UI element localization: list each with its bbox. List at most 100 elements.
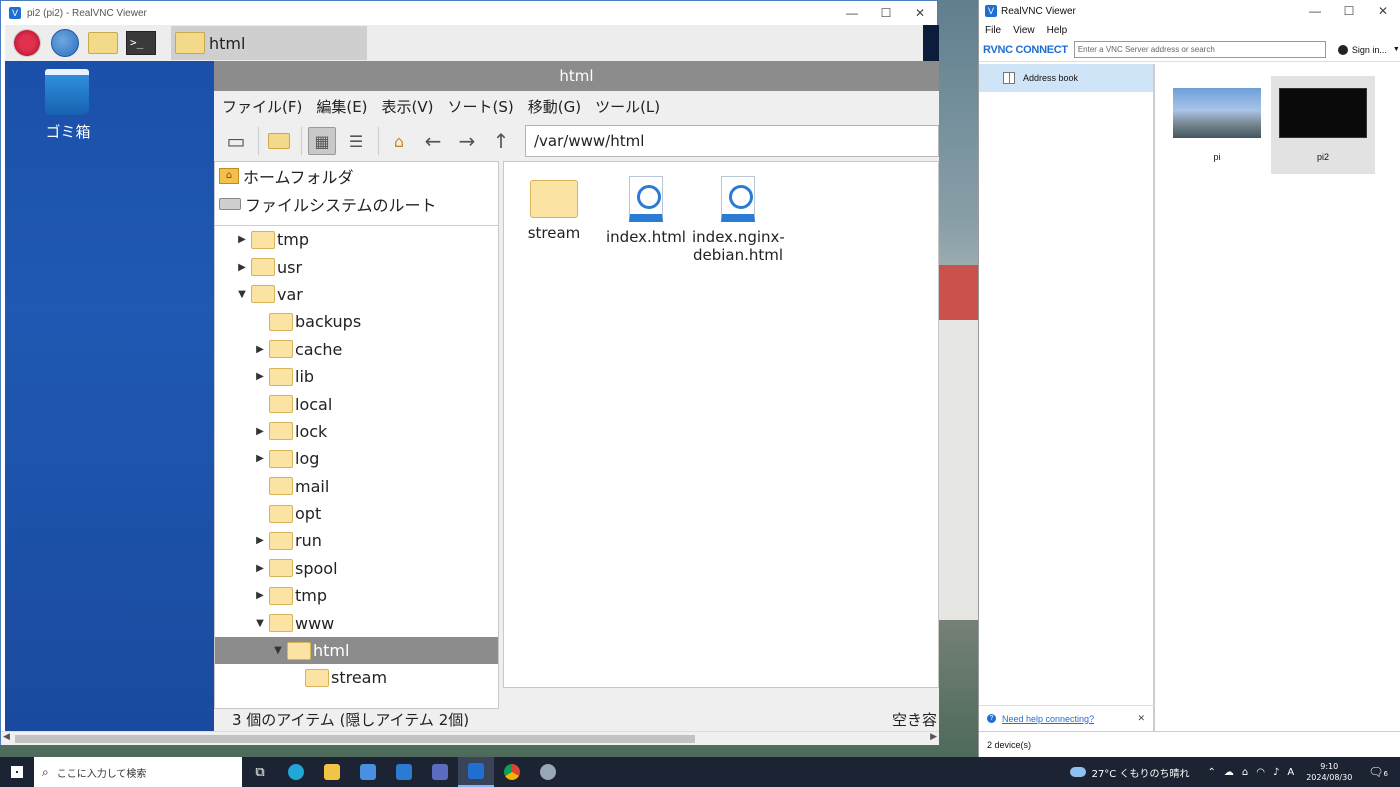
- need-help-link[interactable]: Need help connecting?: [1002, 714, 1137, 724]
- collapsed-arrow-icon[interactable]: ▶: [235, 262, 249, 273]
- app-button[interactable]: [530, 757, 566, 787]
- minimize-button[interactable]: —: [835, 6, 869, 20]
- scrollbar-thumb[interactable]: [15, 735, 695, 743]
- tree-node[interactable]: ▶ run: [215, 527, 498, 554]
- taskbar-search-box[interactable]: ⌕ ここに入力して検索: [34, 757, 242, 787]
- weather-widget[interactable]: 27°C くもりのち晴れ: [1069, 765, 1189, 780]
- task-view-button[interactable]: ⧉: [242, 757, 278, 787]
- back-button[interactable]: ←: [419, 127, 447, 155]
- tree-node[interactable]: ▶ tmp: [215, 582, 498, 609]
- teams-button[interactable]: [422, 757, 458, 787]
- menu-file[interactable]: ファイル(F): [222, 96, 302, 117]
- file-manager-launcher[interactable]: [87, 28, 119, 58]
- explorer-button[interactable]: [314, 757, 350, 787]
- trash-label[interactable]: ゴミ箱: [33, 121, 103, 142]
- taskbar-edge-icon[interactable]: [923, 25, 939, 61]
- maximize-button[interactable]: ☐: [1332, 4, 1366, 18]
- tree-node[interactable]: ▶ spool: [215, 555, 498, 582]
- notification-button[interactable]: 🗨6: [1368, 765, 1388, 779]
- sidebar-item-address-book[interactable]: Address book: [979, 64, 1153, 92]
- expanded-arrow-icon[interactable]: ▼: [271, 645, 285, 656]
- collapsed-arrow-icon[interactable]: ▶: [253, 344, 267, 355]
- vnc-server-search-input[interactable]: Enter a VNC Server address or search: [1073, 41, 1326, 58]
- browser-launcher[interactable]: [49, 28, 81, 58]
- tree-node[interactable]: ▶ cache: [215, 336, 498, 363]
- viewer-menu-help[interactable]: Help: [1047, 25, 1068, 36]
- viewer-menu-file[interactable]: File: [985, 25, 1001, 36]
- new-folder-button[interactable]: [265, 127, 293, 155]
- edge-button[interactable]: [278, 757, 314, 787]
- icon-view-button[interactable]: ▦: [308, 127, 336, 155]
- file-item-stream[interactable]: stream: [508, 170, 600, 242]
- up-button[interactable]: ↑: [487, 127, 515, 155]
- raspberry-menu-button[interactable]: [11, 28, 43, 58]
- tree-node[interactable]: ▶ tmp: [215, 226, 498, 253]
- list-view-button[interactable]: ☰: [342, 127, 370, 155]
- close-button[interactable]: ✕: [903, 6, 937, 20]
- sign-in-button[interactable]: Sign in... ▼: [1337, 44, 1400, 55]
- tree-node[interactable]: ▼ html: [215, 636, 498, 665]
- menu-tools[interactable]: ツール(L): [595, 96, 660, 117]
- scroll-left-icon[interactable]: ◀: [3, 732, 10, 742]
- minimize-button[interactable]: —: [1298, 4, 1332, 18]
- close-icon[interactable]: ✕: [1137, 713, 1145, 724]
- new-window-button[interactable]: ▭: [222, 127, 250, 155]
- tree-node[interactable]: opt: [215, 500, 498, 527]
- file-manager-title[interactable]: html: [214, 61, 939, 91]
- network-icon[interactable]: ⌂: [1242, 767, 1248, 778]
- collapsed-arrow-icon[interactable]: ▶: [253, 426, 267, 437]
- chevron-up-icon[interactable]: ⌃: [1207, 767, 1215, 778]
- collapsed-arrow-icon[interactable]: ▶: [253, 590, 267, 601]
- home-button[interactable]: ⌂: [385, 127, 413, 155]
- expanded-arrow-icon[interactable]: ▼: [235, 289, 249, 300]
- taskbar-task-html[interactable]: html: [171, 26, 367, 60]
- collapsed-arrow-icon[interactable]: ▶: [253, 563, 267, 574]
- forward-button[interactable]: →: [453, 127, 481, 155]
- menu-view[interactable]: 表示(V): [382, 96, 434, 117]
- terminal-launcher[interactable]: >_: [125, 28, 157, 58]
- remote-desktop[interactable]: >_ html ゴミ箱 html ファイル(F) 編集(E) 表示(V) ソート…: [5, 25, 939, 731]
- realvnc-taskbar-button[interactable]: [458, 757, 494, 787]
- wifi-icon[interactable]: ◠: [1256, 767, 1265, 778]
- maximize-button[interactable]: ☐: [869, 6, 903, 20]
- place-home-folder[interactable]: ⌂ ホームフォルダ: [215, 162, 498, 190]
- tree-node[interactable]: ▶ lock: [215, 418, 498, 445]
- tree-node[interactable]: backups: [215, 308, 498, 335]
- close-button[interactable]: ✕: [1366, 4, 1400, 18]
- tree-node[interactable]: local: [215, 390, 498, 417]
- volume-icon[interactable]: ♪: [1273, 767, 1279, 778]
- tree-node[interactable]: ▶ usr: [215, 253, 498, 280]
- device-tile-pi[interactable]: pi: [1165, 76, 1269, 174]
- store-button[interactable]: [350, 757, 386, 787]
- tree-node[interactable]: ▶ lib: [215, 363, 498, 390]
- chrome-button[interactable]: [494, 757, 530, 787]
- tree-node[interactable]: ▼ www: [215, 609, 498, 636]
- tree-node[interactable]: mail: [215, 473, 498, 500]
- collapsed-arrow-icon[interactable]: ▶: [235, 234, 249, 245]
- onedrive-icon[interactable]: ☁: [1224, 767, 1234, 778]
- menu-sort[interactable]: ソート(S): [448, 96, 514, 117]
- expanded-arrow-icon[interactable]: ▼: [253, 618, 267, 629]
- start-button[interactable]: [0, 757, 34, 787]
- menu-go[interactable]: 移動(G): [528, 96, 581, 117]
- directory-tree[interactable]: ▶ tmp ▶ usr ▼ var backups ▶ cache ▶ lib local ▶ lock ▶…: [215, 225, 498, 709]
- menu-edit[interactable]: 編集(E): [316, 96, 367, 117]
- tree-node[interactable]: ▼ var: [215, 281, 498, 308]
- trash-icon[interactable]: [45, 69, 89, 115]
- file-item-index-nginx-debian-html[interactable]: index.nginx- debian.html: [692, 170, 785, 264]
- ime-indicator[interactable]: A: [1287, 767, 1294, 778]
- viewer-titlebar[interactable]: V RealVNC Viewer — ☐ ✕: [979, 0, 1400, 22]
- scroll-right-icon[interactable]: ▶: [930, 732, 937, 742]
- place-filesystem-root[interactable]: ファイルシステムのルート: [215, 190, 498, 218]
- tree-node[interactable]: ▶ log: [215, 445, 498, 472]
- viewer-menu-view[interactable]: View: [1013, 25, 1035, 36]
- file-list-pane[interactable]: stream index.html index.nginx- debian.ht…: [503, 161, 939, 688]
- horizontal-scrollbar[interactable]: ◀ ▶: [1, 731, 939, 745]
- collapsed-arrow-icon[interactable]: ▶: [253, 453, 267, 464]
- taskbar-clock[interactable]: 9:10 2024/08/30: [1306, 761, 1352, 783]
- mail-button[interactable]: [386, 757, 422, 787]
- vnc-titlebar[interactable]: V pi2 (pi2) - RealVNC Viewer — ☐ ✕: [1, 1, 937, 25]
- file-item-index-html[interactable]: index.html: [600, 170, 692, 246]
- tree-node[interactable]: stream: [215, 664, 498, 691]
- path-input[interactable]: /var/www/html: [525, 125, 939, 157]
